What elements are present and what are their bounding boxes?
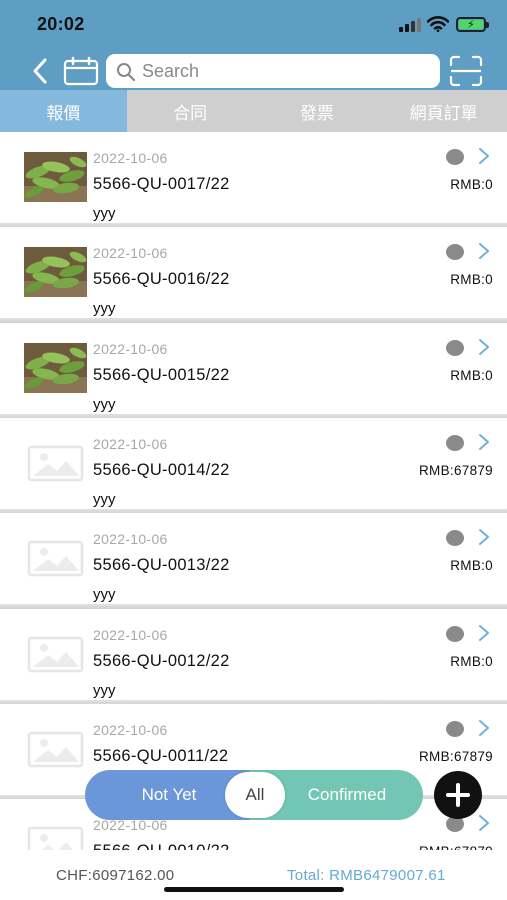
battery-icon: ⚡ [456,17,489,32]
row-date: 2022-10-06 [93,722,168,738]
row-note: yyy [93,586,116,603]
edamame-photo-thumbnail [24,343,87,393]
row-quotation-number: 5566-QU-0015/22 [93,366,230,384]
tab-bar: 報價 合同 發票 網頁訂單 [0,90,507,132]
calendar-icon[interactable] [63,56,99,86]
status-filter: Not Yet Confirmed All [85,770,423,820]
status-dot-icon [446,721,464,737]
chevron-right-icon[interactable] [477,813,491,833]
quotation-row[interactable]: 2022-10-06 5566-QU-0014/22 yyy RMB:67879 [0,418,507,514]
edamame-photo-thumbnail [24,152,87,202]
row-amount: RMB:67879 [419,749,493,764]
chf-total: CHF:6097162.00 [56,867,175,884]
row-quotation-number: 5566-QU-0011/22 [93,747,229,765]
status-dot-icon [446,626,464,642]
search-bar[interactable] [106,54,440,88]
row-note: yyy [93,491,116,508]
search-icon [117,63,136,82]
row-amount: RMB:0 [450,368,493,383]
tab-quotation[interactable]: 報價 [0,90,127,132]
row-quotation-number: 5566-QU-0014/22 [93,461,230,479]
row-quotation-number: 5566-QU-0016/22 [93,270,230,288]
row-quotation-number: 5566-QU-0017/22 [93,175,230,193]
image-placeholder-icon [24,438,87,488]
row-date: 2022-10-06 [93,150,168,166]
status-dot-icon [446,435,464,451]
status-time: 20:02 [37,14,85,34]
scan-icon[interactable] [448,55,484,87]
image-placeholder-icon [24,533,87,583]
row-note: yyy [93,682,116,699]
chevron-right-icon[interactable] [477,241,491,261]
row-note: yyy [93,205,116,222]
back-chevron-icon[interactable] [28,56,54,86]
row-quotation-number: 5566-QU-0010/22 [93,842,230,850]
chevron-right-icon[interactable] [477,146,491,166]
row-date: 2022-10-06 [93,436,168,452]
tab-invoice[interactable]: 發票 [254,90,381,132]
row-note: yyy [93,300,116,317]
row-date: 2022-10-06 [93,341,168,357]
home-indicator[interactable] [164,887,344,892]
chevron-right-icon[interactable] [477,623,491,643]
quotation-row[interactable]: 2022-10-06 5566-QU-0015/22 yyy RMB:0 [0,323,507,419]
image-placeholder-icon [24,629,87,679]
status-dot-icon [446,340,464,356]
row-amount: RMB:0 [450,177,493,192]
chevron-right-icon[interactable] [477,432,491,452]
quotation-row[interactable]: 2022-10-06 5566-QU-0013/22 yyy RMB:0 [0,513,507,609]
row-amount: RMB:0 [450,654,493,669]
edamame-photo-thumbnail [24,247,87,297]
filter-all[interactable]: All [225,772,285,818]
status-dot-icon [446,244,464,260]
wifi-icon [427,16,449,32]
chevron-right-icon[interactable] [477,527,491,547]
row-date: 2022-10-06 [93,531,168,547]
quotation-row[interactable]: 2022-10-06 5566-QU-0012/22 yyy RMB:0 [0,609,507,705]
quotation-list: 2022-10-06 5566-QU-0017/22 yyy RMB:0 2022-10… [0,132,507,850]
chevron-right-icon[interactable] [477,718,491,738]
row-note: yyy [93,396,116,413]
add-quotation-button[interactable] [434,771,482,819]
search-input[interactable] [142,58,432,84]
image-placeholder-icon [24,819,87,850]
row-amount: RMB:0 [450,272,493,287]
quotation-row[interactable]: 2022-10-06 5566-QU-0016/22 yyy RMB:0 [0,227,507,323]
chevron-right-icon[interactable] [477,337,491,357]
row-amount: RMB:67879 [419,463,493,478]
row-quotation-number: 5566-QU-0013/22 [93,556,230,574]
tab-contract[interactable]: 合同 [127,90,254,132]
quotation-row[interactable]: 2022-10-06 5566-QU-0017/22 yyy RMB:0 [0,132,507,228]
filter-confirmed[interactable]: Confirmed [285,770,409,820]
row-date: 2022-10-06 [93,245,168,261]
status-dot-icon [446,530,464,546]
row-quotation-number: 5566-QU-0012/22 [93,652,230,670]
rmb-total: Total: RMB6479007.61 [287,867,446,884]
status-bar: 20:02 ⚡ [0,0,507,46]
row-amount: RMB:0 [450,558,493,573]
cellular-signal-icon [399,18,421,32]
row-date: 2022-10-06 [93,627,168,643]
app-header: 20:02 ⚡ [0,0,507,90]
footer-totals: CHF:6097162.00 Total: RMB6479007.61 [0,850,507,900]
image-placeholder-icon [24,724,87,774]
status-dot-icon [446,149,464,165]
tab-web-orders[interactable]: 網頁訂單 [380,90,507,132]
